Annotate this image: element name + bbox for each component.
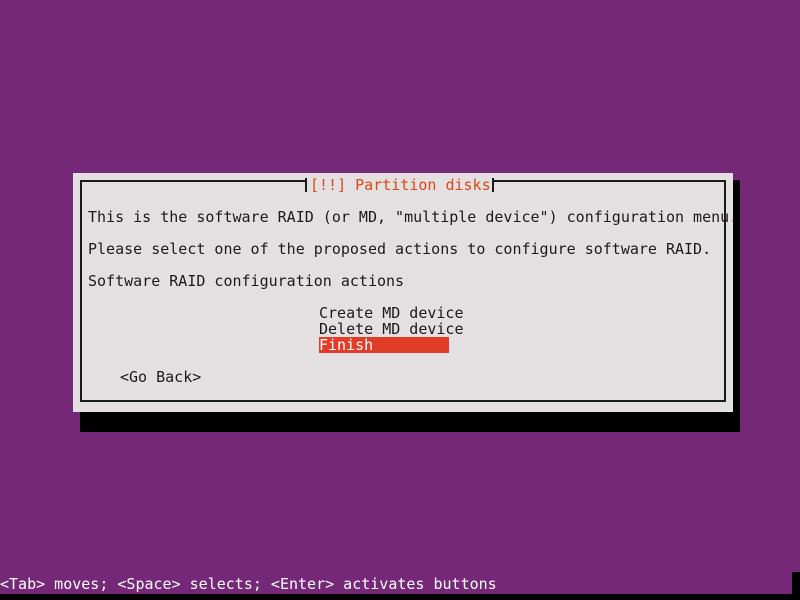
raid-actions-menu[interactable]: Create MD device Delete MD device Finish	[319, 305, 464, 353]
menu-item-create-md-device[interactable]: Create MD device	[319, 305, 464, 321]
dialog-frame-top-right	[493, 180, 726, 182]
installer-screen: [!!] Partition disks This is the softwar…	[0, 0, 800, 600]
keyboard-help-footer: <Tab> moves; <Space> selects; <Enter> ac…	[0, 575, 497, 593]
dialog-frame-title-tick-left	[305, 178, 307, 192]
dialog-body-line-1: This is the software RAID (or MD, "multi…	[88, 208, 739, 226]
dialog-frame-title-tick-right	[492, 178, 494, 192]
dialog-frame-bottom	[80, 400, 726, 402]
dialog-frame-top-left	[80, 180, 306, 182]
dialog-title: [!!] Partition disks	[310, 176, 491, 194]
dialog-frame-left	[80, 180, 82, 402]
screen-bottom-black-bar	[0, 594, 800, 600]
menu-item-finish[interactable]: Finish	[319, 337, 449, 353]
dialog-body-line-3: Software RAID configuration actions	[88, 272, 405, 290]
go-back-button[interactable]: <Go Back>	[120, 369, 201, 386]
menu-item-delete-md-device[interactable]: Delete MD device	[319, 321, 464, 337]
dialog-body-line-2: Please select one of the proposed action…	[88, 240, 712, 258]
screen-bottom-right-black-block	[792, 572, 800, 600]
